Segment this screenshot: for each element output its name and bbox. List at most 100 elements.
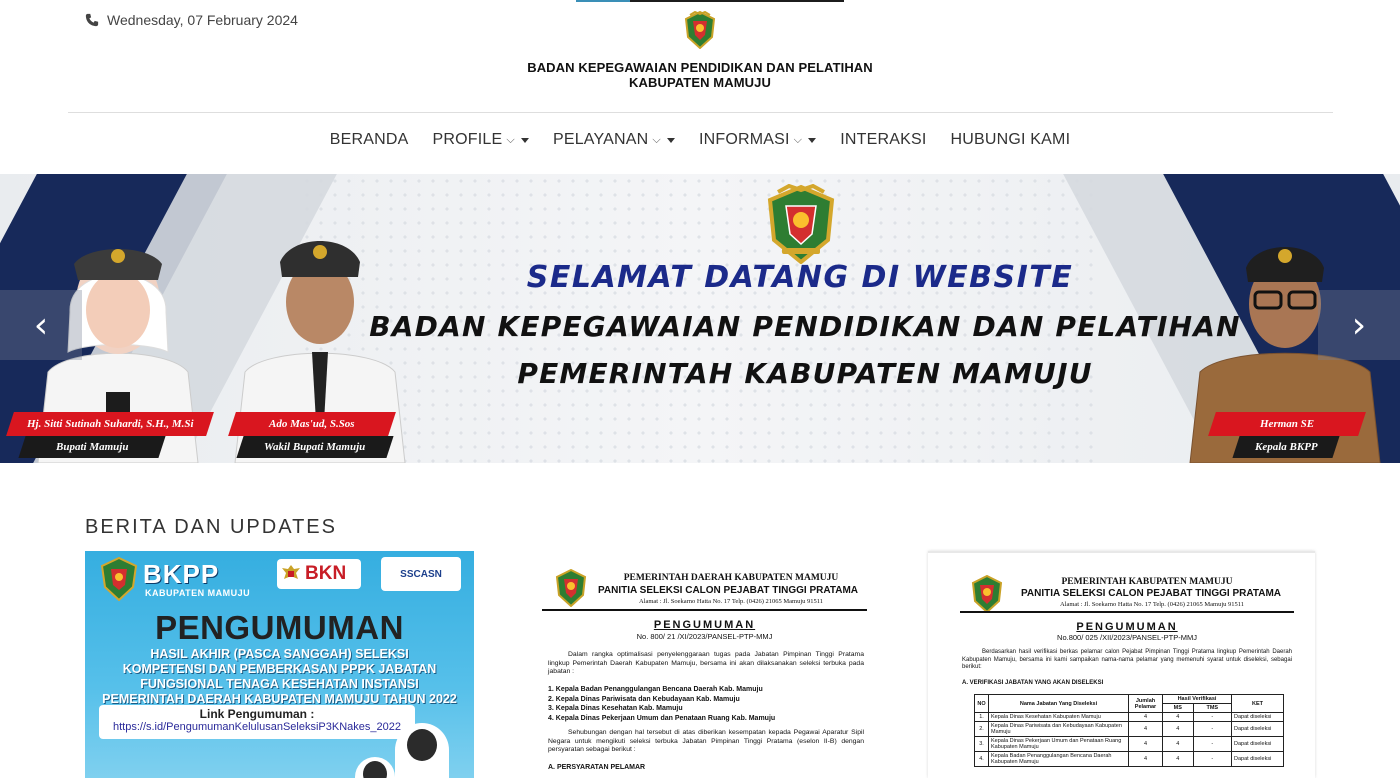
date-text: Wednesday, 07 February 2024 bbox=[107, 12, 298, 28]
chevron-down-icon: ⌵ bbox=[506, 133, 515, 146]
table-cell: 4 bbox=[1128, 712, 1163, 722]
table-cell: 4. bbox=[974, 751, 989, 767]
table-cell: - bbox=[1192, 736, 1233, 752]
caption-name: Herman SE bbox=[1208, 412, 1366, 436]
top-accent-bar bbox=[576, 0, 844, 2]
announcement-line: KOMPETENSI DAN PEMBERKASAN PPPK JABATAN bbox=[122, 662, 437, 676]
phone-icon bbox=[85, 13, 99, 27]
doc-section-heading: A. PERSYARATAN PELAMAR bbox=[548, 764, 646, 771]
date-display: Wednesday, 07 February 2024 bbox=[85, 12, 298, 28]
announcement-link[interactable]: https://s.id/PengumumanKelulusanSeleksiP… bbox=[99, 721, 415, 733]
nav-label: HUBUNGI KAMI bbox=[950, 131, 1071, 148]
carousel-prev-button[interactable]: ‹ bbox=[0, 290, 82, 360]
table-subheader: MS bbox=[1162, 703, 1194, 713]
table-cell: Dapat diseleksi bbox=[1231, 721, 1284, 737]
caption-name: Hj. Sitti Sutinah Suhardi, S.H., M.Si bbox=[6, 412, 214, 436]
table-cell: Kepala Badan Penanggulangan Bencana Daer… bbox=[988, 751, 1129, 767]
hero-carousel: SELAMAT DATANG DI WEBSITE BADAN KEPEGAWA… bbox=[0, 174, 1400, 463]
doc-number: No. 800/ 21 /XI/2023/PANSEL-PTP-MMJ bbox=[636, 632, 773, 641]
table-cell: Dapat diseleksi bbox=[1231, 712, 1284, 722]
person-figure-icon bbox=[395, 723, 449, 778]
table-cell: 4 bbox=[1162, 712, 1194, 722]
doc-header-line1: PEMERINTAH KABUPATEN MAMUJU bbox=[1061, 577, 1233, 587]
table-cell: Dapat diseleksi bbox=[1231, 751, 1284, 767]
list-item: 2. Kepala Dinas Pariwisata dan Kebudayaa… bbox=[548, 695, 740, 703]
doc-section-heading: A. VERIFIKASI JABATAN YANG AKAN DISELEKS… bbox=[962, 680, 1104, 686]
main-nav: BERANDA PROFILE ⌵ PELAYANAN ⌵ INFORMASI ⌵ I… bbox=[0, 124, 1400, 156]
mamuju-logo-icon bbox=[971, 575, 1003, 613]
table-header: Nama Jabatan Yang Diseleksi bbox=[988, 694, 1129, 713]
mamuju-crest-icon bbox=[767, 184, 835, 264]
caption-name: Ado Mas'ud, S.Sos bbox=[228, 412, 396, 436]
mamuju-logo-icon[interactable] bbox=[683, 11, 717, 49]
person-head bbox=[407, 729, 437, 761]
doc-number: No.800/ 025 /XII/2023/PANSEL-PTP-MMJ bbox=[1057, 633, 1197, 642]
bkpp-wordmark: BKPP bbox=[143, 559, 220, 589]
nav-item-interaksi[interactable]: INTERAKSI bbox=[840, 131, 926, 149]
nav-item-profile[interactable]: PROFILE ⌵ bbox=[433, 131, 529, 149]
nav-item-informasi[interactable]: INFORMASI ⌵ bbox=[698, 131, 817, 149]
table-cell: 4 bbox=[1162, 721, 1194, 737]
table-header: NO bbox=[974, 694, 989, 713]
person-head bbox=[363, 761, 387, 778]
doc-position-list: 1. Kepala Badan Penanggulangan Bencana D… bbox=[548, 685, 864, 723]
table-cell: 4 bbox=[1162, 736, 1194, 752]
carousel-next-button[interactable]: › bbox=[1318, 290, 1400, 360]
mamuju-logo-icon bbox=[100, 557, 138, 601]
bkn-text: BKN bbox=[305, 563, 347, 584]
news-card-pppk[interactable]: BKPP KABUPATEN MAMUJU BKN SSCASN PENGUMU… bbox=[85, 551, 474, 778]
chevron-down-icon: ⌵ bbox=[652, 133, 661, 146]
link-label: Link Pengumuman : bbox=[199, 707, 315, 721]
table-row: 2. Kepala Dinas Pariwisata dan Kebudayaa… bbox=[974, 721, 1284, 737]
org-title-line2: KABUPATEN MAMUJU bbox=[629, 75, 771, 90]
table-cell: - bbox=[1192, 751, 1233, 767]
doc-title: PENGUMUMAN bbox=[1076, 621, 1178, 633]
chevron-down-icon: ⌵ bbox=[793, 133, 803, 146]
list-item: 4. Kepala Dinas Pekerjaan Umum dan Penat… bbox=[548, 714, 776, 722]
table-header: Hasil Verifikasi bbox=[1162, 694, 1232, 704]
chevron-left-icon: ‹ bbox=[33, 304, 49, 346]
doc-divider bbox=[542, 609, 867, 611]
table-cell: Kepala Dinas Kesehatan Kabupaten Mamuju bbox=[988, 712, 1129, 722]
table-header: Jumlah Pelamar bbox=[1128, 694, 1163, 713]
bkn-logo: BKN bbox=[277, 559, 361, 589]
table-row: 4. Kepala Badan Penanggulangan Bencana D… bbox=[974, 751, 1284, 767]
garuda-icon bbox=[282, 565, 300, 579]
nav-item-hubungi-kami[interactable]: HUBUNGI KAMI bbox=[950, 131, 1070, 149]
nav-item-pelayanan[interactable]: PELAYANAN ⌵ bbox=[553, 131, 675, 149]
table-cell: 4 bbox=[1128, 721, 1163, 737]
table-row: 1. Kepala Dinas Kesehatan Kabupaten Mamu… bbox=[974, 712, 1284, 722]
table-cell: 3. bbox=[974, 736, 989, 752]
table-cell: 4 bbox=[1128, 736, 1163, 752]
table-cell: Dapat diseleksi bbox=[1231, 736, 1284, 752]
table-cell: - bbox=[1192, 712, 1233, 722]
table-subheader: TMS bbox=[1192, 703, 1233, 713]
doc-divider bbox=[960, 611, 1294, 613]
doc-paragraph: Dalam rangka optimalisasi penyelenggaraa… bbox=[548, 651, 864, 675]
table-cell: - bbox=[1192, 721, 1233, 737]
section-title: BERITA DAN UPDATES bbox=[85, 516, 337, 538]
caption-role: Bupati Mamuju bbox=[18, 436, 166, 458]
announcement-line: HASIL AKHIR (PASCA SANGGAH) SELEKSI bbox=[150, 647, 409, 661]
list-item: 3. Kepala Dinas Kesehatan Kab. Mamuju bbox=[548, 705, 683, 712]
nav-label: PELAYANAN bbox=[552, 131, 649, 148]
announcement-title: PENGUMUMAN bbox=[155, 609, 404, 646]
banner-subtitle-line: PEMERINTAH KABUPATEN MAMUJU bbox=[517, 357, 1093, 390]
nav-label: INFORMASI bbox=[698, 131, 790, 148]
caret-down-icon bbox=[520, 137, 529, 143]
banner-welcome-text: SELAMAT DATANG DI WEBSITE bbox=[526, 260, 1074, 295]
caret-down-icon bbox=[666, 137, 675, 143]
table-cell: 2. bbox=[974, 721, 989, 737]
nav-label: BERANDA bbox=[329, 131, 409, 148]
nav-label: INTERAKSI bbox=[840, 131, 927, 148]
banner-title-line: BADAN KEPEGAWAIAN PENDIDIKAN DAN PELATIH… bbox=[369, 310, 1241, 343]
news-card-seleksi-pansel[interactable]: PEMERINTAH DAERAH KABUPATEN MAMUJU PANIT… bbox=[540, 551, 867, 778]
table-cell: 1. bbox=[974, 712, 989, 722]
announcement-line: FUNGSIONAL TENAGA KESEHATAN INSTANSI bbox=[140, 677, 419, 691]
site-header: Wednesday, 07 February 2024 BADAN KEPEGA… bbox=[0, 0, 1400, 113]
page: Wednesday, 07 February 2024 BADAN KEPEGA… bbox=[0, 0, 1400, 778]
news-card-verifikasi[interactable]: PEMERINTAH KABUPATEN MAMUJU PANITIA SELE… bbox=[928, 551, 1315, 778]
table-cell: 4 bbox=[1162, 751, 1194, 767]
nav-item-beranda[interactable]: BERANDA bbox=[330, 131, 409, 149]
mamuju-logo-icon bbox=[555, 569, 587, 607]
